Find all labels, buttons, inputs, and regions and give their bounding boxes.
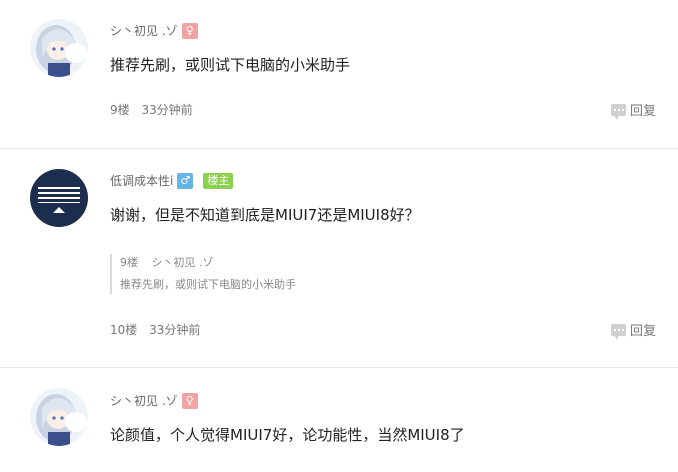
reply-label: 回复	[629, 104, 656, 119]
user-meta: 低调成本性i ♂ 楼主	[110, 172, 234, 189]
reply-label: 回复	[629, 324, 656, 339]
username[interactable]: 低调成本性i	[110, 172, 173, 189]
floor-number: 9楼	[110, 103, 130, 117]
timestamp: 33分钟前	[149, 323, 201, 337]
quote-floor: 9楼	[120, 256, 138, 269]
floor-number: 10楼	[110, 323, 138, 337]
quote-text: 推荐先刷，或则试下电脑的小米助手	[120, 278, 296, 291]
user-meta: シ丶初见 .ゾ ♀	[110, 392, 198, 409]
timestamp: 33分钟前	[141, 103, 193, 117]
username[interactable]: シ丶初见 .ゾ	[110, 22, 178, 39]
avatar[interactable]	[30, 19, 88, 77]
username[interactable]: シ丶初见 .ゾ	[110, 392, 178, 409]
comment-text: 推荐先刷，或则试下电脑的小米助手	[110, 56, 351, 74]
female-icon: ♀	[181, 22, 198, 39]
comment-footer: 10楼 33分钟前	[110, 321, 200, 338]
reply-button[interactable]: 回复	[610, 320, 656, 340]
reply-icon	[610, 103, 626, 120]
avatar[interactable]	[30, 388, 88, 446]
divider	[0, 367, 678, 368]
female-icon: ♀	[181, 392, 198, 409]
male-icon: ♂	[177, 172, 194, 189]
avatar[interactable]	[30, 169, 88, 227]
comment-text: 论颜值，个人觉得MIUI7好，论功能性，当然MIUI8了	[110, 426, 465, 444]
comment-footer: 9楼 33分钟前	[110, 101, 193, 118]
reply-button[interactable]: 回复	[610, 100, 656, 120]
divider	[0, 148, 678, 149]
quoted-reply[interactable]: 9楼 シ丶初见 .ゾ 推荐先刷，或则试下电脑的小米助手	[110, 254, 560, 294]
comment-text: 谢谢，但是不知道到底是MIUI7还是MIUI8好？	[110, 206, 420, 224]
reply-icon	[610, 323, 626, 340]
owner-badge: 楼主	[203, 172, 234, 189]
quote-username: シ丶初见 .ゾ	[151, 256, 214, 269]
user-meta: シ丶初见 .ゾ ♀	[110, 22, 198, 39]
quote-meta: 9楼 シ丶初见 .ゾ	[120, 254, 214, 270]
